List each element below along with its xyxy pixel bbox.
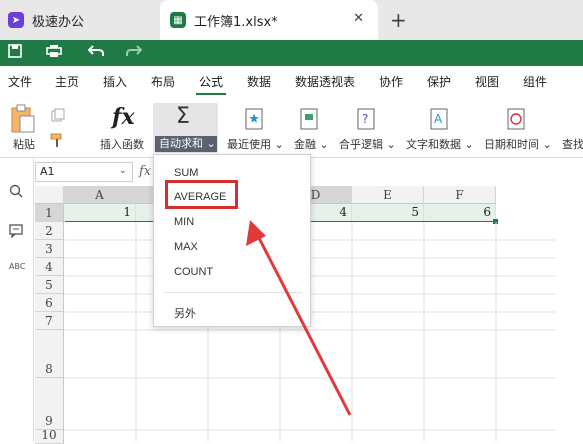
annotation-arrow (246, 220, 352, 416)
